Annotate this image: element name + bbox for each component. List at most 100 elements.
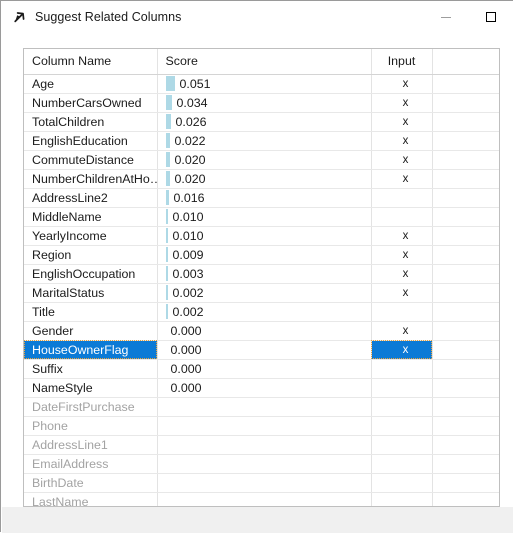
table-row[interactable]: NumberChildrenAtHo… 0.020 x <box>24 169 499 189</box>
cell-blank[interactable] <box>432 150 499 170</box>
cell-score[interactable]: 0.026 <box>157 112 372 132</box>
cell-input[interactable] <box>371 397 433 417</box>
cell-column-name[interactable]: TotalChildren <box>24 112 158 132</box>
cell-blank[interactable] <box>432 473 499 493</box>
cell-column-name[interactable]: Phone <box>24 416 158 436</box>
cell-input[interactable]: x <box>371 283 433 303</box>
cell-input[interactable] <box>371 435 433 455</box>
table-row[interactable]: EnglishEducation 0.022 x <box>24 131 499 151</box>
column-header-column-name[interactable]: Column Name <box>24 49 158 75</box>
cell-column-name[interactable]: YearlyIncome <box>24 226 158 246</box>
cell-column-name[interactable]: MaritalStatus <box>24 283 158 303</box>
cell-column-name[interactable]: Suffix <box>24 359 158 379</box>
cell-blank[interactable] <box>432 321 499 341</box>
title-bar[interactable]: Suggest Related Columns <box>1 1 513 33</box>
cell-column-name[interactable]: CommuteDistance <box>24 150 158 170</box>
table-row[interactable]: YearlyIncome 0.010 x <box>24 226 499 246</box>
cell-input[interactable]: x <box>371 74 433 94</box>
cell-blank[interactable] <box>432 264 499 284</box>
cell-score[interactable] <box>157 454 372 474</box>
cell-column-name[interactable]: Gender <box>24 321 158 341</box>
minimize-button[interactable] <box>423 2 468 32</box>
cell-column-name[interactable]: LastName <box>24 492 158 506</box>
cell-column-name[interactable]: Title <box>24 302 158 322</box>
cell-score[interactable]: 0.000 <box>157 340 372 360</box>
cell-score[interactable]: 0.003 <box>157 264 372 284</box>
cell-score[interactable]: 0.000 <box>157 321 372 341</box>
cell-score[interactable]: 0.009 <box>157 245 372 265</box>
cell-column-name[interactable]: EnglishEducation <box>24 131 158 151</box>
column-header-blank[interactable] <box>432 49 499 75</box>
table-row[interactable]: Gender 0.000 x <box>24 321 499 341</box>
table-row[interactable]: CommuteDistance 0.020 x <box>24 150 499 170</box>
cell-column-name[interactable]: AddressLine2 <box>24 188 158 208</box>
cell-input[interactable]: x <box>371 150 433 170</box>
cell-input[interactable]: x <box>371 131 433 151</box>
cell-column-name[interactable]: NameStyle <box>24 378 158 398</box>
cell-blank[interactable] <box>432 435 499 455</box>
suggestions-grid[interactable]: Column Name Score Input Age 0.051 x NumberC… <box>23 48 500 507</box>
table-row[interactable]: AddressLine1 <box>24 435 499 455</box>
table-row[interactable]: LastName <box>24 492 499 506</box>
cell-score[interactable]: 0.034 <box>157 93 372 113</box>
cell-score[interactable]: 0.002 <box>157 283 372 303</box>
cell-blank[interactable] <box>432 302 499 322</box>
cell-input[interactable] <box>371 207 433 227</box>
maximize-button[interactable] <box>468 2 513 32</box>
cell-column-name[interactable]: EnglishOccupation <box>24 264 158 284</box>
table-row[interactable]: AddressLine2 0.016 <box>24 188 499 208</box>
cell-input[interactable]: x <box>371 321 433 341</box>
table-row[interactable]: DateFirstPurchase <box>24 397 499 417</box>
cell-score[interactable]: 0.000 <box>157 359 372 379</box>
table-row[interactable]: BirthDate <box>24 473 499 493</box>
table-row[interactable]: Title 0.002 <box>24 302 499 322</box>
cell-input[interactable] <box>371 492 433 506</box>
cell-input[interactable] <box>371 378 433 398</box>
table-row[interactable]: TotalChildren 0.026 x <box>24 112 499 132</box>
cell-blank[interactable] <box>432 283 499 303</box>
table-row[interactable]: MiddleName 0.010 <box>24 207 499 227</box>
cell-blank[interactable] <box>432 226 499 246</box>
cell-score[interactable] <box>157 492 372 506</box>
cell-input[interactable] <box>371 473 433 493</box>
table-row[interactable]: EnglishOccupation 0.003 x <box>24 264 499 284</box>
cell-input[interactable]: x <box>371 112 433 132</box>
cell-column-name[interactable]: NumberCarsOwned <box>24 93 158 113</box>
table-row[interactable]: NameStyle 0.000 <box>24 378 499 398</box>
cell-column-name[interactable]: Region <box>24 245 158 265</box>
cell-column-name[interactable]: NumberChildrenAtHo… <box>24 169 158 189</box>
cell-column-name[interactable]: EmailAddress <box>24 454 158 474</box>
cell-blank[interactable] <box>432 131 499 151</box>
cell-score[interactable] <box>157 397 372 417</box>
cell-score[interactable]: 0.016 <box>157 188 372 208</box>
cell-score[interactable]: 0.020 <box>157 169 372 189</box>
cell-blank[interactable] <box>432 359 499 379</box>
cell-score[interactable] <box>157 416 372 436</box>
cell-score[interactable]: 0.010 <box>157 226 372 246</box>
cell-score[interactable] <box>157 473 372 493</box>
cell-score[interactable]: 0.002 <box>157 302 372 322</box>
cell-blank[interactable] <box>432 169 499 189</box>
cell-column-name[interactable]: MiddleName <box>24 207 158 227</box>
table-row[interactable]: HouseOwnerFlag 0.000 x <box>24 340 499 360</box>
cell-blank[interactable] <box>432 188 499 208</box>
column-header-score[interactable]: Score <box>157 49 372 75</box>
cell-blank[interactable] <box>432 340 499 360</box>
cell-column-name[interactable]: BirthDate <box>24 473 158 493</box>
table-row[interactable]: Region 0.009 x <box>24 245 499 265</box>
column-header-input[interactable]: Input <box>371 49 433 75</box>
cell-blank[interactable] <box>432 397 499 417</box>
cell-input[interactable]: x <box>371 340 433 360</box>
cell-score[interactable]: 0.010 <box>157 207 372 227</box>
cell-blank[interactable] <box>432 378 499 398</box>
table-row[interactable]: Age 0.051 x <box>24 74 499 94</box>
cell-blank[interactable] <box>432 245 499 265</box>
cell-input[interactable] <box>371 188 433 208</box>
table-row[interactable]: EmailAddress <box>24 454 499 474</box>
cell-input[interactable]: x <box>371 169 433 189</box>
cell-column-name[interactable]: AddressLine1 <box>24 435 158 455</box>
cell-input[interactable]: x <box>371 226 433 246</box>
cell-blank[interactable] <box>432 454 499 474</box>
cell-input[interactable] <box>371 359 433 379</box>
cell-blank[interactable] <box>432 492 499 506</box>
